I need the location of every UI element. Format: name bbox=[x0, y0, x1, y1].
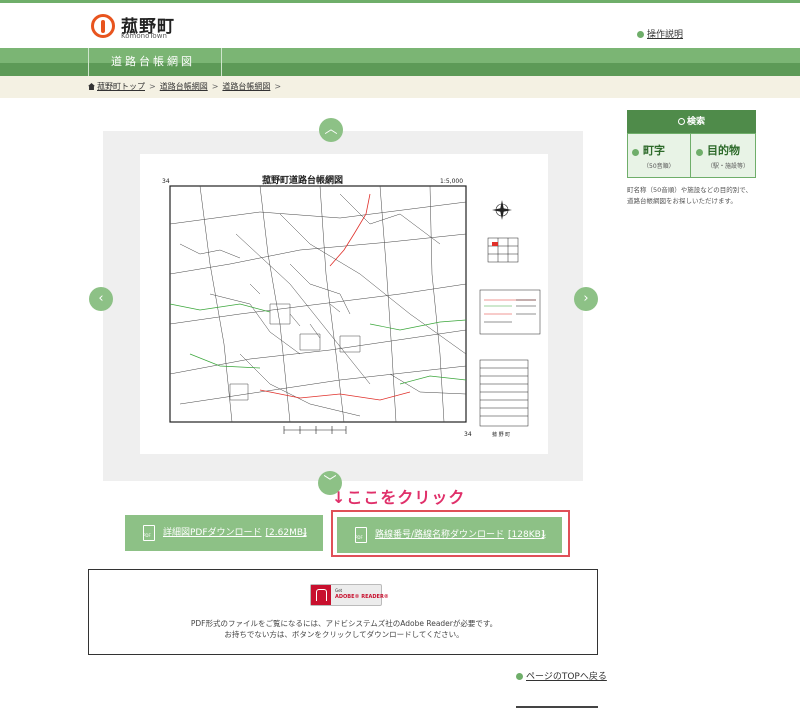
pdf-file-icon bbox=[143, 525, 155, 541]
adobe-notice-line2: お持ちでない方は、ボタンをクリックしてダウンロードしてください。 bbox=[224, 630, 464, 639]
map-sheet-number-top: 34 bbox=[162, 178, 170, 185]
back-to-top-link[interactable]: ページのTOPへ戻る bbox=[516, 669, 607, 682]
download-label-text: 詳細図PDFダウンロード bbox=[163, 528, 262, 538]
road-lines bbox=[169, 185, 467, 423]
breadcrumb-item-current[interactable]: 道路台帳網図 bbox=[222, 82, 270, 91]
bullet-icon bbox=[516, 673, 523, 680]
town-logo[interactable]: 菰野町 KomonoTown bbox=[91, 12, 201, 42]
help-link[interactable]: 操作説明 bbox=[637, 27, 683, 40]
map-town-label: 菰 野 町 bbox=[492, 431, 510, 438]
breadcrumb-separator: > bbox=[149, 82, 156, 91]
bullet-icon bbox=[632, 149, 639, 156]
breadcrumb: 菰野町トップ > 道路台帳網図 > 道路台帳網図 > bbox=[0, 76, 800, 98]
bullet-icon bbox=[637, 31, 644, 38]
home-icon bbox=[88, 83, 95, 90]
footer-edge bbox=[516, 706, 598, 708]
sheet-index-highlight bbox=[492, 242, 498, 246]
landmark-option-sublabel: （駅・施設等） bbox=[707, 163, 750, 170]
breadcrumb-item-top[interactable]: 菰野町トップ bbox=[97, 82, 145, 91]
back-to-top-label: ページのTOPへ戻る bbox=[526, 672, 607, 682]
bullet-icon bbox=[696, 149, 703, 156]
breadcrumb-separator: > bbox=[274, 82, 282, 91]
search-options: 町字 （50音順） 目的物 （駅・施設等） bbox=[627, 133, 756, 178]
route-number-download-button[interactable]: 路線番号/路線名称ダウンロード[128KB] ⤓ bbox=[337, 517, 562, 553]
breadcrumb-item-network[interactable]: 道路台帳網図 bbox=[160, 82, 208, 91]
next-map-button[interactable]: › bbox=[574, 287, 598, 311]
map-sheet-number-bottom: 34 bbox=[464, 431, 472, 438]
north-arrow bbox=[492, 200, 512, 220]
search-panel: 検索 町字 （50音順） 目的物 （駅・施設等） 町名称（50音順）や施設などの… bbox=[627, 110, 756, 207]
search-panel-title: 検索 bbox=[686, 117, 705, 127]
top-accent-line bbox=[0, 0, 800, 3]
help-link-label: 操作説明 bbox=[647, 30, 684, 40]
prefectural-road-line bbox=[329, 193, 371, 267]
sheet-index-grid bbox=[487, 237, 519, 263]
detail-pdf-download-button[interactable]: 詳細図PDFダウンロード[2.62MB] ⤓ bbox=[125, 515, 323, 551]
download-size: [2.62MB] bbox=[265, 528, 307, 538]
road-network-map: 菰野町道路台帳網図 1:5,000 34 34 菰 野 町 bbox=[162, 174, 541, 438]
download-label-text: 路線番号/路線名称ダウンロード bbox=[375, 530, 505, 540]
section-title: 道路台帳網図 bbox=[88, 48, 222, 76]
river-line bbox=[399, 375, 467, 385]
adobe-reader-notice: Get ADOBE® READER® PDF形式のファイルをご覧になるには、アド… bbox=[88, 569, 598, 655]
breadcrumb-separator: > bbox=[211, 82, 219, 91]
download-label: 詳細図PDFダウンロード [2.62MB] bbox=[163, 515, 307, 551]
adobe-notice-line1: PDF形式のファイルをご覧になるには、アドビシステムズ社のAdobe Reade… bbox=[190, 619, 498, 628]
search-by-town-button[interactable]: 町字 （50音順） bbox=[628, 134, 691, 177]
download-arrow-icon: ⤓ bbox=[302, 527, 307, 538]
map-scale: 1:5,000 bbox=[440, 178, 463, 185]
map-title: 菰野町道路台帳網図 bbox=[262, 174, 343, 186]
download-arrow-icon: ⤓ bbox=[541, 529, 546, 540]
page: 菰野町 KomonoTown 操作説明 道路台帳網図 菰野町トップ > 道路台帳網図… bbox=[0, 0, 800, 710]
national-road-line bbox=[259, 389, 411, 401]
adobe-badge-get: Get bbox=[335, 588, 343, 593]
download-size: [128KB] bbox=[508, 530, 545, 540]
search-panel-note: 町名称（50音順）や施設などの目的別で、道路台帳網図をお探しいただけます。 bbox=[627, 186, 753, 205]
legend-box bbox=[479, 289, 541, 335]
get-adobe-reader-button[interactable]: Get ADOBE® READER® bbox=[310, 584, 389, 606]
search-by-landmark-button[interactable]: 目的物 （駅・施設等） bbox=[692, 134, 755, 177]
search-icon bbox=[677, 118, 685, 125]
adobe-badge-name: ADOBE® READER® bbox=[335, 594, 389, 600]
adobe-logo-icon bbox=[311, 585, 331, 605]
previous-map-button[interactable]: ‹ bbox=[89, 287, 113, 311]
town-option-sublabel: （50音順） bbox=[643, 163, 675, 170]
scale-bar bbox=[283, 426, 347, 434]
logo-subtext: KomonoTown bbox=[121, 32, 167, 40]
scroll-up-button[interactable]: ︿ bbox=[319, 118, 343, 142]
map-sheet[interactable]: 菰野町道路台帳網図 1:5,000 34 34 菰 野 町 bbox=[140, 154, 548, 454]
search-panel-header: 検索 bbox=[627, 110, 756, 133]
river-line bbox=[169, 303, 467, 369]
town-emblem-icon bbox=[91, 14, 115, 38]
click-here-hint: ↓ここをクリック bbox=[332, 488, 466, 507]
revision-table bbox=[479, 359, 529, 427]
landmark-option-label: 目的物 bbox=[707, 144, 740, 157]
town-option-label: 町字 bbox=[643, 144, 665, 157]
pdf-file-icon bbox=[355, 527, 367, 543]
download-label: 路線番号/路線名称ダウンロード [128KB] bbox=[375, 517, 544, 553]
